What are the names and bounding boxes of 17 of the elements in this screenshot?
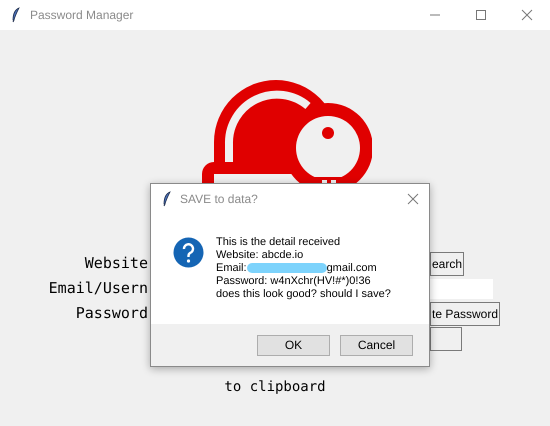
dialog-button[interactable]: Cancel: [340, 334, 413, 356]
close-icon[interactable]: [407, 193, 419, 205]
side-button[interactable]: te Password: [430, 302, 500, 326]
dialog-title: SAVE to data?: [180, 191, 258, 208]
side-button[interactable]: [430, 326, 462, 350]
app-feather-icon: [11, 7, 21, 23]
form-label: Password: [74, 303, 148, 324]
side-button[interactable]: earch: [430, 252, 464, 276]
status-message: to clipboard: [224, 378, 326, 397]
input-field[interactable]: [430, 278, 493, 298]
dialog-feather-icon: [162, 191, 172, 207]
window-title: Password Manager: [30, 7, 134, 24]
form-label: Website: [84, 253, 148, 274]
form-label: Email/Usern: [48, 278, 148, 300]
dialog-button[interactable]: OK: [257, 334, 330, 356]
question-icon: [173, 237, 204, 268]
dialog-message: This is the detail received Website: abcde.io Email: gmail.com Password: w4nXchr(HV!#*)0!36 does this look good? should I save?: [216, 236, 391, 301]
